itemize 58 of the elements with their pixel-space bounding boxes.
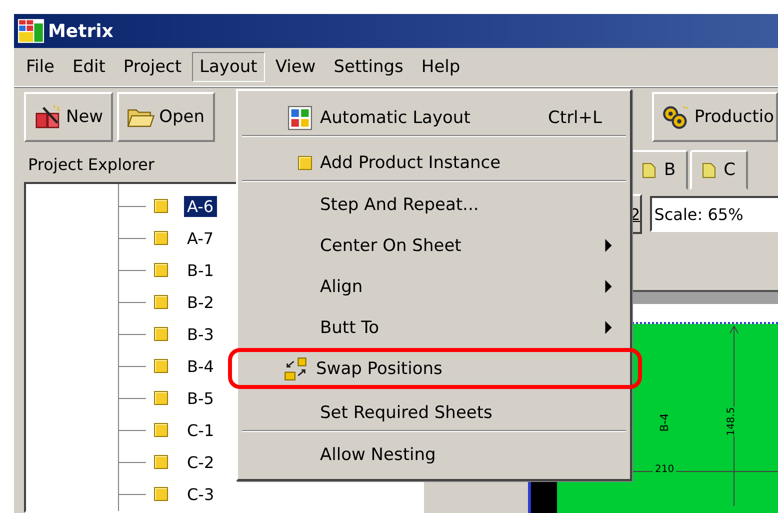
dimension-label: 148.5 <box>726 407 737 436</box>
product-icon <box>154 455 168 469</box>
menu-item[interactable]: Align <box>238 266 630 307</box>
product-icon <box>154 263 168 277</box>
product-icon <box>154 359 168 373</box>
toolbar-button[interactable]: New <box>24 92 114 142</box>
sheet-icon <box>642 162 656 178</box>
new-book-icon <box>34 104 62 130</box>
product-icon <box>154 423 168 437</box>
sheet-icon <box>702 162 716 178</box>
menu-item[interactable]: View <box>267 52 324 82</box>
tree-item[interactable]: A-7 <box>184 228 217 248</box>
sheet-tab[interactable]: C <box>690 150 748 190</box>
tree-item[interactable]: B-3 <box>184 324 217 344</box>
app-logo-icon <box>18 19 44 43</box>
product-icon <box>154 199 168 213</box>
menu-item[interactable]: File <box>18 52 62 82</box>
menu-item[interactable]: Swap Positions <box>228 348 642 389</box>
layout-grid-icon <box>288 106 312 130</box>
tree-item[interactable]: C-3 <box>184 484 218 504</box>
menu-item[interactable]: Settings <box>326 52 412 82</box>
menu-item[interactable]: Butt To <box>238 307 630 348</box>
tree-item[interactable]: B-2 <box>184 292 217 312</box>
menu-item[interactable]: Center On Sheet <box>238 225 630 266</box>
tree-item[interactable]: B-5 <box>184 388 217 408</box>
submenu-arrow-icon <box>605 239 612 252</box>
product-icon <box>154 391 168 405</box>
gears-icon <box>662 104 690 130</box>
part-label: B-4 <box>658 413 671 432</box>
product-icon <box>154 231 168 245</box>
window-title: Metrix <box>48 20 114 42</box>
toolbar-button[interactable]: Open <box>117 92 214 142</box>
product-icon <box>154 327 168 341</box>
dimension-label: 210 <box>653 464 676 475</box>
tree-item[interactable]: B-1 <box>184 260 217 280</box>
product-icon <box>298 156 312 170</box>
menu-item[interactable]: Automatic Layout Ctrl+L <box>238 94 630 139</box>
product-icon <box>154 295 168 309</box>
tree-item[interactable]: A-6 <box>184 196 217 216</box>
submenu-arrow-icon <box>605 321 612 334</box>
menu-item[interactable]: Edit <box>64 52 114 82</box>
menu-item[interactable]: Help <box>413 52 468 82</box>
menu-item[interactable]: Allow Nesting <box>238 434 630 475</box>
menu-item[interactable]: Step And Repeat... <box>238 184 630 225</box>
panel-title: Project Explorer <box>28 154 154 174</box>
menu-item[interactable]: Layout <box>192 52 266 82</box>
tree-item[interactable]: B-4 <box>184 356 217 376</box>
menu-item[interactable]: Add Product Instance <box>238 139 630 184</box>
swap-icon <box>284 356 308 380</box>
scale-field[interactable]: Scale: 65% <box>650 196 778 232</box>
product-icon <box>154 487 168 501</box>
tree-item[interactable]: C-1 <box>184 420 218 440</box>
menu-item[interactable]: Set Required Sheets <box>238 389 630 434</box>
menu-item[interactable]: Project <box>115 52 190 82</box>
tree-item[interactable]: C-2 <box>184 452 218 472</box>
shortcut-text: Ctrl+L <box>548 108 602 128</box>
submenu-arrow-icon <box>605 280 612 293</box>
toolbar-button[interactable]: Productio <box>652 92 778 142</box>
